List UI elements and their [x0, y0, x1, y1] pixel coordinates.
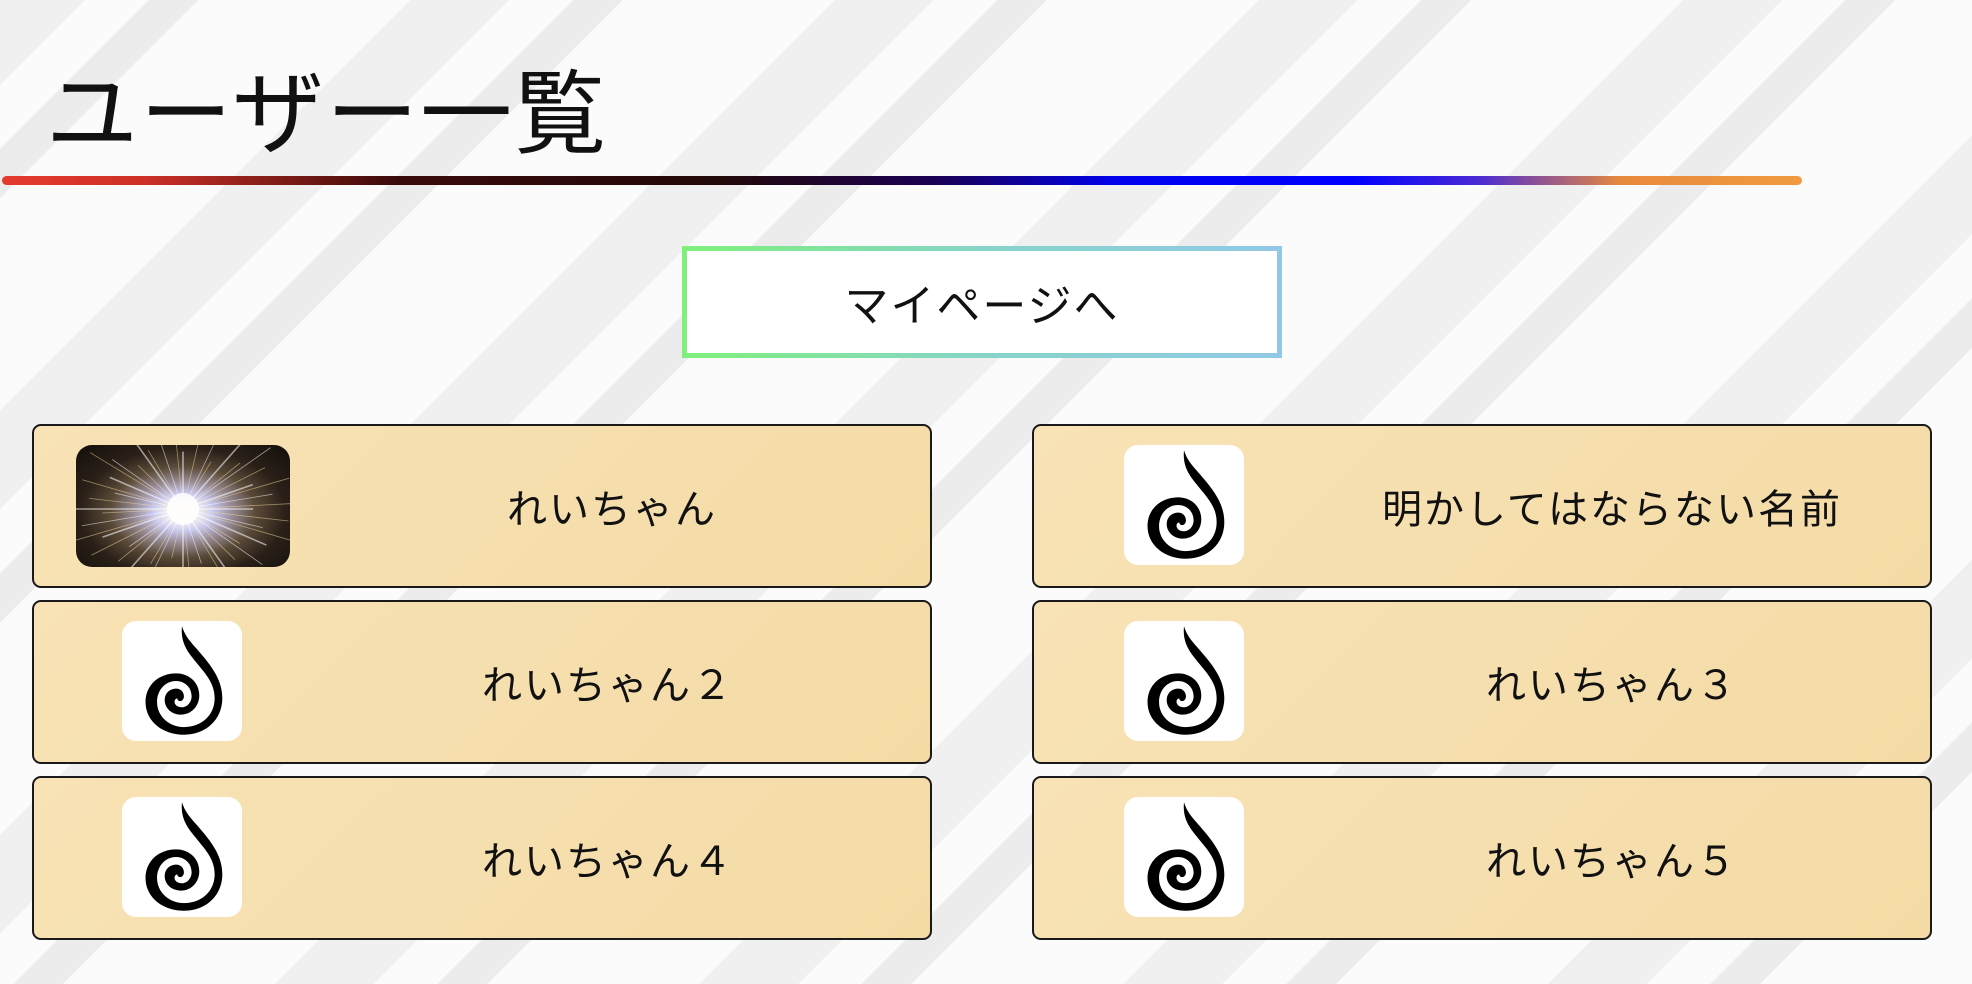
user-card[interactable]: れいちゃん４: [32, 776, 932, 940]
user-name: れいちゃん５: [1486, 839, 1738, 885]
mypage-button-label: マイページへ: [687, 251, 1277, 353]
user-name: 明かしてはならない名前: [1382, 487, 1842, 533]
user-avatar: [1124, 797, 1244, 917]
user-avatar: [122, 797, 242, 917]
user-avatar: [1124, 445, 1244, 565]
page-title: ユーザー一覧: [46, 61, 609, 168]
user-card[interactable]: れいちゃん: [32, 424, 932, 588]
user-avatar-image: [76, 445, 290, 567]
user-card[interactable]: れいちゃん２: [32, 600, 932, 764]
user-avatar: [1124, 621, 1244, 741]
spiral-flame-icon: [1136, 623, 1232, 739]
user-card[interactable]: れいちゃん３: [1032, 600, 1932, 764]
title-divider: [2, 176, 1802, 185]
spiral-flame-icon: [1136, 799, 1232, 915]
user-name: れいちゃん３: [1486, 663, 1738, 709]
starburst-image: [76, 445, 290, 567]
user-name: れいちゃん２: [482, 663, 734, 709]
mypage-button[interactable]: マイページへ: [682, 246, 1282, 358]
user-avatar: [122, 621, 242, 741]
user-name: れいちゃん４: [482, 839, 734, 885]
user-card[interactable]: 明かしてはならない名前: [1032, 424, 1932, 588]
spiral-flame-icon: [1136, 447, 1232, 563]
spiral-flame-icon: [134, 799, 230, 915]
user-name: れいちゃん: [507, 487, 717, 533]
user-card[interactable]: れいちゃん５: [1032, 776, 1932, 940]
spiral-flame-icon: [134, 623, 230, 739]
